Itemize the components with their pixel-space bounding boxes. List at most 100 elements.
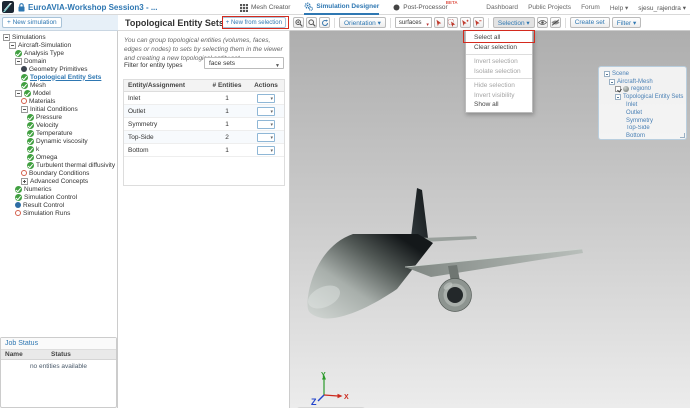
filter-dropdown-button[interactable]: Filter ▾ [611, 17, 642, 28]
project-title-area[interactable]: EuroAVIA-Workshop Session3 - ... [18, 3, 158, 12]
scene-tree-item-outlet[interactable]: Outlet [603, 109, 686, 117]
menu-item-invert-selection[interactable]: Invert selection [466, 57, 532, 67]
orientation-dropdown-button[interactable]: Orientation ▾ [339, 17, 386, 28]
zoom-in-button[interactable] [293, 17, 304, 28]
add-select-tool-button[interactable] [459, 17, 471, 28]
create-set-button[interactable]: Create set [569, 17, 610, 28]
expander-icon[interactable] [9, 41, 16, 49]
tree-item-omega[interactable]: Omega [0, 153, 118, 161]
tree-item-mesh[interactable]: Mesh [0, 81, 118, 89]
menu-item-hide-selection[interactable]: Hide selection [466, 81, 532, 91]
tree-item-topological-entity-sets[interactable]: Topological Entity Sets [0, 73, 118, 81]
actions-select[interactable] [257, 93, 275, 103]
table-row[interactable]: Symmetry 1 [124, 118, 284, 131]
tree-item-geometry-primitives[interactable]: Geometry Primitives [0, 65, 118, 73]
panel-title: Topological Entity Sets [125, 18, 224, 28]
new-from-selection-button[interactable]: + New from selection [221, 17, 286, 28]
scene-tree-item-bottom[interactable]: Bottom [603, 132, 686, 140]
tree-item-temperature[interactable]: Temperature [0, 129, 118, 137]
nav-dashboard[interactable]: Dashboard [486, 4, 518, 11]
check-icon [15, 185, 22, 193]
refresh-icon [321, 19, 328, 26]
expander-icon[interactable] [609, 78, 615, 85]
user-menu[interactable]: sjesu_rajendra ▾ [638, 4, 686, 12]
expander-icon[interactable] [15, 89, 22, 97]
actions-select[interactable] [257, 145, 275, 155]
check-icon [27, 113, 34, 121]
actions-select[interactable] [257, 119, 275, 129]
tree-item-result-control[interactable]: Result Control [0, 201, 118, 209]
incomplete-icon [21, 170, 27, 176]
menu-item-isolate-selection[interactable]: Isolate selection [466, 67, 532, 77]
gears-icon [304, 2, 314, 11]
table-row[interactable]: Outlet 1 [124, 105, 284, 118]
tree-item-turbulent-thermal-diffusivity[interactable]: Turbulent thermal diffusivity [0, 161, 118, 169]
panel-header: Topological Entity Sets + New from selec… [118, 15, 290, 31]
tree-item-pressure[interactable]: Pressure [0, 113, 118, 121]
tab-post-processor[interactable]: Post-Processor BETA [393, 0, 458, 15]
simscale-logo-icon[interactable] [2, 1, 14, 13]
table-row[interactable]: Top-Side 2 [124, 131, 284, 144]
show-hidden-button[interactable] [536, 17, 548, 28]
menu-item-invert-visibility[interactable]: Invert visibility [466, 91, 532, 101]
tree-item-velocity[interactable]: Velocity [0, 121, 118, 129]
expander-icon[interactable] [15, 57, 22, 65]
tree-item-analysis-type[interactable]: Analysis Type [0, 49, 118, 57]
tree-item-dynamic-viscosity[interactable]: Dynamic viscosity [0, 137, 118, 145]
table-row[interactable]: Bottom 1 [124, 144, 284, 157]
menu-item-clear-selection[interactable]: Clear selection [466, 43, 532, 53]
tree-item-aircraft-simulation[interactable]: Aircraft-Simulation [0, 41, 118, 49]
tree-item-materials[interactable]: Materials [0, 97, 118, 105]
panel-resize-handle[interactable] [680, 133, 685, 138]
actions-select[interactable] [257, 106, 275, 116]
scene-tree-panel[interactable]: Scene Aircraft-Mesh region0 Topological … [598, 66, 687, 140]
actions-select[interactable] [257, 132, 275, 142]
tab-mesh-creator[interactable]: Mesh Creator [240, 0, 290, 15]
surfaces-select[interactable]: surfaces [394, 17, 432, 30]
expander-icon[interactable] [615, 94, 621, 101]
tree-item-k[interactable]: k [0, 145, 118, 153]
hide-button[interactable] [549, 17, 561, 28]
selection-dropdown-button[interactable]: Selection ▾ [492, 17, 535, 28]
aircraft-near-wing [405, 249, 583, 277]
scene-tree-item-symmetry[interactable]: Symmetry [603, 117, 686, 125]
scene-tree-item-inlet[interactable]: Inlet [603, 101, 686, 109]
zoom-fit-button[interactable] [306, 17, 317, 28]
aircraft-tail-fin [411, 188, 428, 238]
new-simulation-button[interactable]: + New simulation [2, 17, 62, 28]
box-select-tool-button[interactable] [446, 17, 458, 28]
tree-item-simulation-control[interactable]: Simulation Control [0, 193, 118, 201]
expander-icon[interactable] [3, 33, 10, 41]
tree-item-boundary-conditions[interactable]: Boundary Conditions [0, 169, 118, 177]
table-row[interactable]: Inlet 1 [124, 92, 284, 105]
tree-item-numerics[interactable]: Numerics [0, 185, 118, 193]
reset-view-button[interactable] [319, 17, 330, 28]
nav-forum[interactable]: Forum [581, 4, 600, 11]
tree-item-initial-conditions[interactable]: Initial Conditions [0, 105, 118, 113]
dot-icon [15, 202, 21, 208]
scene-tree-item-topological-entity-sets[interactable]: Topological Entity Sets [603, 93, 686, 101]
menu-item-select-all[interactable]: Select all [466, 33, 532, 43]
tree-item-model[interactable]: Model [0, 89, 118, 97]
tree-item-simulations[interactable]: Simulations [0, 33, 118, 41]
app-window: EuroAVIA-Workshop Session3 - ... Mesh Cr… [0, 0, 690, 408]
expander-icon[interactable] [604, 70, 610, 77]
tree-item-simulation-runs[interactable]: Simulation Runs [0, 209, 118, 217]
aircraft-model [307, 188, 583, 319]
scene-tree-item-top-side[interactable]: Top-Side [603, 125, 686, 133]
scene-tree-item-scene[interactable]: Scene [603, 70, 686, 78]
nav-public-projects[interactable]: Public Projects [528, 4, 571, 11]
expander-icon[interactable] [21, 105, 28, 113]
expander-closed-icon[interactable] [21, 177, 28, 185]
visibility-checkbox[interactable] [615, 86, 621, 93]
remove-select-tool-button[interactable] [472, 17, 484, 28]
tree-item-domain[interactable]: Domain [0, 57, 118, 65]
scene-tree-item-region0[interactable]: region0 [603, 86, 686, 94]
tree-item-advanced-concepts[interactable]: Advanced Concepts [0, 177, 118, 185]
entity-type-filter-select[interactable]: face sets ▼ [204, 57, 284, 69]
menu-item-show-all[interactable]: Show all [466, 100, 532, 110]
tab-simulation-designer[interactable]: Simulation Designer [304, 0, 380, 15]
scene-tree-item-aircraft-mesh[interactable]: Aircraft-Mesh [603, 78, 686, 86]
pick-select-tool-button[interactable] [433, 17, 445, 28]
nav-help-menu[interactable]: Help ▾ [610, 4, 628, 12]
